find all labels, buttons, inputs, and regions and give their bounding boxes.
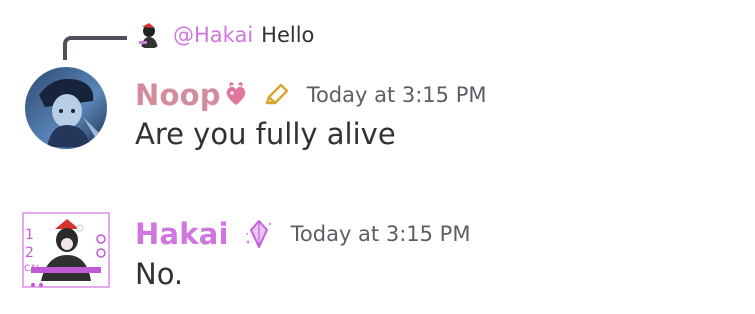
hakai-username[interactable]: Hakai [135,217,229,251]
reply-avatar[interactable] [136,21,163,49]
noop-message-content: Are you fully alive [135,117,396,151]
reply-mention[interactable]: @Hakai [173,23,253,47]
heart-emoji-icon [223,82,249,108]
crystal-icon [243,218,275,250]
reply-text[interactable]: Hello [261,23,314,47]
hakai-message-content: No. [135,257,184,291]
reply-connector-line [63,36,127,60]
noop-avatar[interactable] [25,67,107,149]
noop-header: Noop Today at 3:15 PM [135,76,487,114]
pencil-icon[interactable] [263,81,291,109]
hakai-timestamp[interactable]: Today at 3:15 PM [291,222,471,246]
noop-timestamp[interactable]: Today at 3:15 PM [307,83,487,107]
hakai-header: Hakai Today at 3:15 PM [135,215,470,253]
svg-text:2: 2 [25,245,34,261]
reply-preview[interactable]: @Hakai Hello [136,20,314,50]
noop-username[interactable]: Noop [135,78,221,112]
hakai-avatar[interactable]: 1 2 CAL [21,209,111,291]
svg-text:1: 1 [25,227,34,243]
